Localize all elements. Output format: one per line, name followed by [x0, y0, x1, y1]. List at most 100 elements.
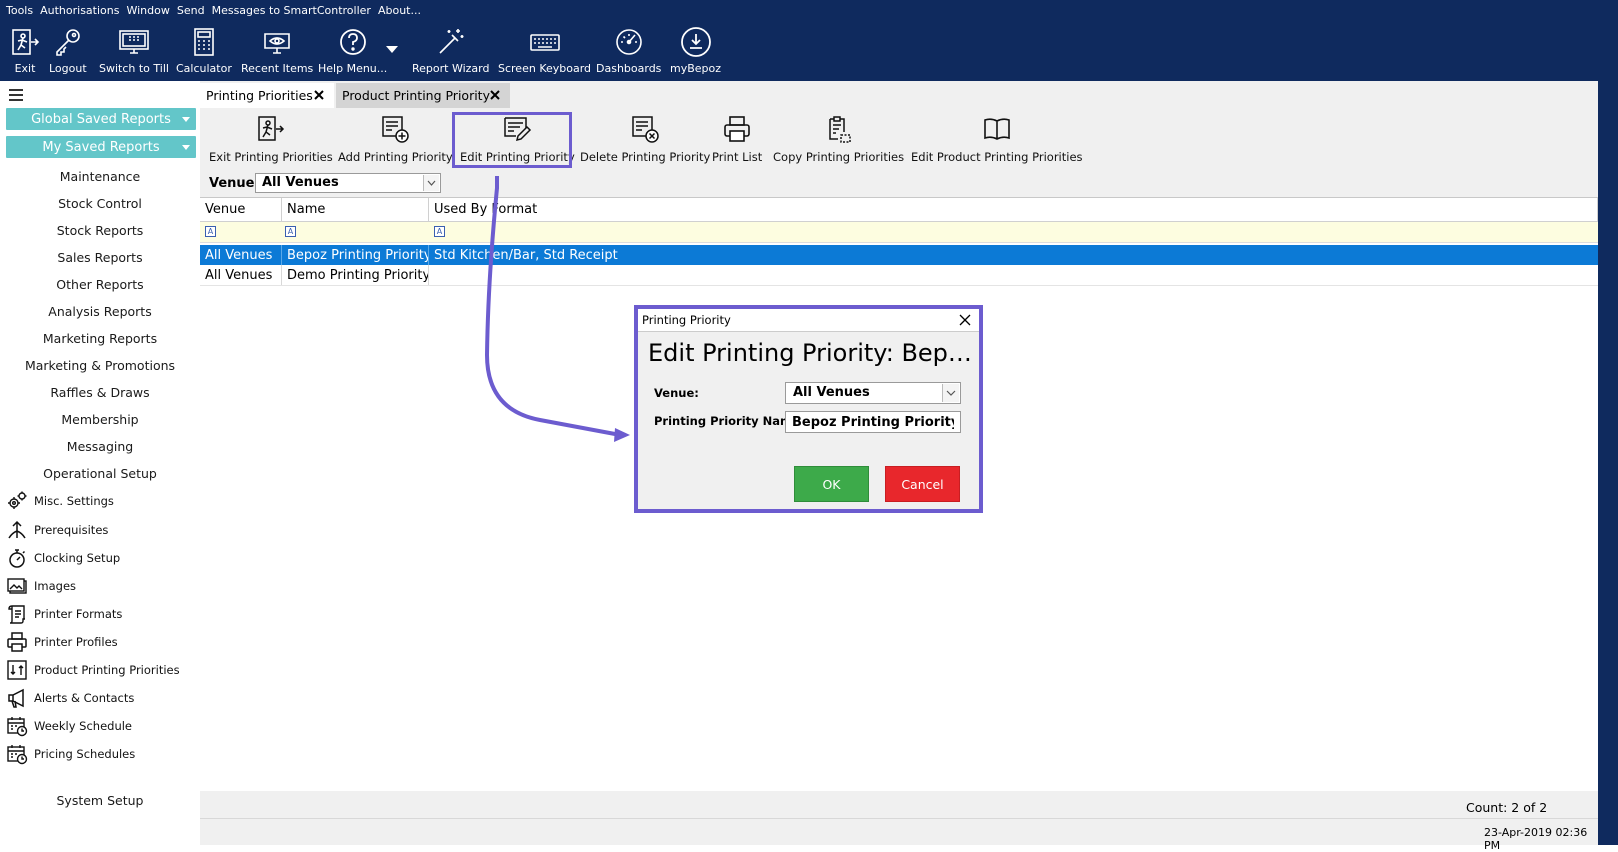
sidebar-item-prerequisites[interactable]: Prerequisites — [6, 518, 108, 542]
switch-to-till-button[interactable]: Switch to Till — [99, 26, 169, 80]
exit-icon — [12, 29, 40, 55]
close-icon[interactable] — [312, 88, 326, 102]
menu-tools[interactable]: Tools — [6, 4, 33, 17]
sidebar-section-sales-reports[interactable]: Sales Reports — [0, 250, 200, 265]
venue-select-value: All Venues — [262, 175, 339, 190]
edit-product-printing-priorities-label: Edit Product Printing Priorities — [911, 150, 1083, 164]
sidebar-item-pricing-schedules[interactable]: Pricing Schedules — [6, 742, 135, 766]
filter-icon[interactable]: A — [285, 226, 296, 237]
cancel-button[interactable]: Cancel — [885, 466, 960, 502]
tab-label: Printing Priorities — [206, 88, 313, 103]
sidebar-section-maintenance[interactable]: Maintenance — [0, 169, 200, 184]
filter-icon[interactable]: A — [205, 226, 216, 237]
printing-priority-name-input[interactable] — [785, 411, 961, 433]
sidebar-section-analysis-reports[interactable]: Analysis Reports — [0, 304, 200, 319]
sidebar-section-operational-setup[interactable]: Operational Setup — [0, 466, 200, 481]
sidebar-section-stock-reports[interactable]: Stock Reports — [0, 223, 200, 238]
my-saved-reports-button[interactable]: My Saved Reports — [6, 136, 196, 158]
table-row[interactable]: All Venues Demo Printing Priority — [200, 265, 1598, 286]
chevron-down-icon[interactable] — [942, 384, 959, 402]
help-icon — [339, 29, 366, 55]
sidebar-section-marketing-reports[interactable]: Marketing Reports — [0, 331, 200, 346]
sidebar-item-product-printing-priorities[interactable]: Product Printing Priorities — [6, 658, 180, 682]
dialog-venue-select[interactable]: All Venues — [785, 382, 961, 404]
close-icon[interactable] — [958, 313, 972, 327]
cell-name: Bepoz Printing Priority — [282, 245, 429, 265]
table-row[interactable]: All Venues Bepoz Printing Priority Std K… — [200, 245, 1598, 265]
filter-icon[interactable]: A — [434, 226, 445, 237]
tab-product-printing-priority[interactable]: Product Printing Priority — [336, 83, 510, 108]
sidebar-section-other-reports[interactable]: Other Reports — [0, 277, 200, 292]
help-menu-dropdown[interactable] — [386, 46, 398, 58]
sidebar-item-images[interactable]: Images — [6, 574, 76, 598]
calculator-button[interactable]: Calculator — [176, 26, 232, 80]
menu-window[interactable]: Window — [126, 4, 169, 17]
sidebar-item-label: Clocking Setup — [34, 551, 121, 565]
keyboard-icon — [529, 34, 560, 51]
venue-select[interactable]: All Venues — [255, 173, 441, 193]
eye-monitor-icon — [264, 33, 290, 54]
menu-about[interactable]: About... — [378, 4, 421, 17]
delete-document-icon — [632, 116, 659, 143]
print-list-button[interactable]: Print List — [712, 111, 762, 169]
cell-name: Demo Printing Priority — [282, 265, 429, 285]
edit-printing-priority-dialog: Printing Priority Edit Printing Priority… — [634, 305, 983, 513]
tab-printing-priorities[interactable]: Printing Priorities — [200, 83, 334, 108]
sidebar-section-marketing-promotions[interactable]: Marketing & Promotions — [0, 358, 200, 373]
mybepoz-label: myBepoz — [670, 62, 722, 75]
screen-keyboard-button[interactable]: Screen Keyboard — [498, 26, 591, 80]
sidebar-item-misc-settings[interactable]: Misc. Settings — [6, 489, 114, 513]
logout-button[interactable]: Logout — [49, 26, 87, 80]
recent-items-button[interactable]: Recent Items — [241, 26, 313, 80]
menu-authorisations[interactable]: Authorisations — [40, 4, 119, 17]
highlight-box-edit-button — [452, 112, 572, 168]
delete-printing-priority-button[interactable]: Delete Printing Priority — [580, 111, 710, 169]
column-header-venue[interactable]: Venue — [200, 198, 282, 222]
gears-icon — [8, 491, 27, 509]
calendar-clock-icon — [7, 717, 28, 737]
status-datetime: 23-Apr-2019 02:36 PM — [1484, 826, 1588, 852]
cell-used-by-format — [429, 265, 1598, 285]
sidebar-section-messaging[interactable]: Messaging — [0, 439, 200, 454]
exit-button[interactable]: Exit — [9, 26, 41, 80]
report-wizard-label: Report Wizard — [412, 62, 490, 75]
menu-messages-smartcontroller[interactable]: Messages to SmartController — [212, 4, 371, 17]
close-icon[interactable] — [488, 88, 502, 102]
sidebar-section-stock-control[interactable]: Stock Control — [0, 196, 200, 211]
grid-filter-row: A A A — [200, 222, 1598, 243]
exit-label: Exit — [14, 62, 36, 75]
chevron-down-icon[interactable] — [423, 175, 439, 191]
caret-down-icon — [182, 117, 190, 122]
sidebar-item-clocking-setup[interactable]: Clocking Setup — [6, 546, 120, 570]
sidebar-item-printer-formats[interactable]: Printer Formats — [6, 602, 122, 626]
dashboards-button[interactable]: Dashboards — [596, 26, 661, 80]
help-menu-label: Help Menu... — [318, 62, 388, 75]
edit-product-printing-priorities-button[interactable]: Edit Product Printing Priorities — [911, 111, 1083, 169]
sidebar-item-weekly-schedule[interactable]: Weekly Schedule — [6, 714, 132, 738]
report-wizard-button[interactable]: Report Wizard — [412, 26, 489, 80]
sidebar-section-system-setup[interactable]: System Setup — [0, 793, 200, 808]
app-window: Tools Authorisations Window Send Message… — [0, 0, 1618, 852]
sidebar-section-membership[interactable]: Membership — [0, 412, 200, 427]
hamburger-menu-icon[interactable] — [9, 89, 23, 101]
sidebar-item-printer-profiles[interactable]: Printer Profiles — [6, 630, 118, 654]
images-icon — [7, 578, 27, 594]
global-saved-reports-button[interactable]: Global Saved Reports — [6, 108, 196, 130]
sidebar-item-label: Weekly Schedule — [34, 719, 133, 733]
ok-button[interactable]: OK — [794, 466, 869, 502]
column-header-used-by-format[interactable]: Used By Format — [429, 198, 1598, 222]
mybepoz-button[interactable]: myBepoz — [670, 26, 721, 80]
logout-label: Logout — [49, 62, 87, 75]
add-printing-priority-button[interactable]: Add Printing Priority — [338, 111, 453, 169]
window-frame-edge — [1598, 80, 1618, 845]
my-saved-reports-label: My Saved Reports — [42, 139, 160, 155]
recent-items-label: Recent Items — [241, 62, 314, 75]
exit-printing-priorities-button[interactable]: Exit Printing Priorities — [209, 111, 333, 169]
column-header-name[interactable]: Name — [282, 198, 429, 222]
copy-printing-priorities-button[interactable]: Copy Printing Priorities — [773, 111, 904, 169]
printer-priority-icon — [7, 660, 27, 680]
sidebar-section-raffles-draws[interactable]: Raffles & Draws — [0, 385, 200, 400]
menu-send[interactable]: Send — [177, 4, 205, 17]
help-menu-button[interactable]: Help Menu... — [318, 26, 387, 80]
sidebar-item-alerts-contacts[interactable]: Alerts & Contacts — [6, 686, 134, 710]
